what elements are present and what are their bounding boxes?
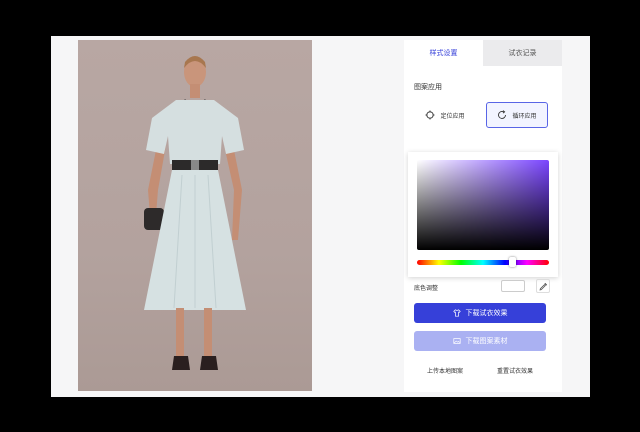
color-picker — [408, 152, 558, 277]
position-apply-label: 定位应用 — [440, 112, 465, 120]
base-color-label: 底色调整 — [414, 285, 439, 292]
tab-bar: 样式设置 试衣记录 — [404, 40, 562, 66]
download-material-button[interactable]: 下载图案素材 — [414, 331, 546, 351]
position-apply-button[interactable]: 定位应用 — [414, 102, 476, 128]
crosshair-icon — [425, 110, 435, 120]
reset-tryon-button[interactable]: 重置试衣效果 — [484, 360, 546, 380]
hue-slider-handle[interactable] — [509, 257, 516, 267]
base-color-swatch[interactable] — [501, 280, 525, 292]
tab-style-settings[interactable]: 样式设置 — [404, 40, 483, 66]
loop-apply-button[interactable]: 循环应用 — [486, 102, 548, 128]
shirt-icon — [452, 309, 461, 317]
loop-apply-label: 循环应用 — [512, 112, 537, 120]
eyedropper-button[interactable] — [536, 279, 550, 293]
pattern-section-title: 图案应用 — [414, 83, 442, 91]
image-icon — [452, 338, 461, 344]
settings-panel: 样式设置 试衣记录 图案应用 定位应用 循环应用 底色调整 下载试衣效果 下载图… — [404, 40, 562, 392]
download-material-label: 下载图案素材 — [465, 337, 508, 345]
saturation-area[interactable] — [417, 160, 549, 250]
model-photo — [78, 40, 312, 391]
upload-local-pattern-button[interactable]: 上传本地图案 — [414, 360, 476, 380]
eyedropper-icon — [539, 282, 547, 290]
dress-figure — [144, 56, 246, 370]
tab-tryon-history[interactable]: 试衣记录 — [483, 40, 562, 66]
download-effect-label: 下载试衣效果 — [465, 309, 508, 317]
app-window: 样式设置 试衣记录 图案应用 定位应用 循环应用 底色调整 下载试衣效果 下载图… — [51, 36, 590, 397]
hue-slider[interactable] — [417, 260, 549, 265]
download-effect-button[interactable]: 下载试衣效果 — [414, 303, 546, 323]
loop-icon — [498, 110, 507, 119]
